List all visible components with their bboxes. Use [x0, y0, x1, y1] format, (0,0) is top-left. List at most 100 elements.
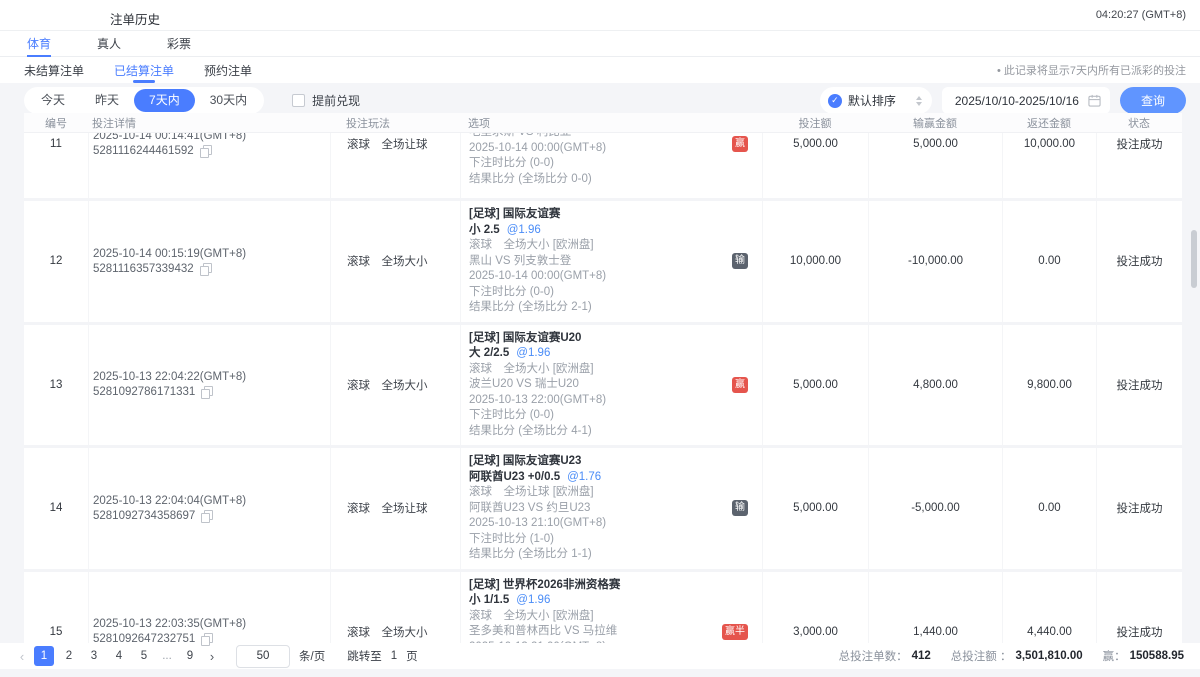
- result-badge: 输: [732, 253, 748, 269]
- next-page-button[interactable]: ›: [204, 649, 220, 664]
- scrollbar[interactable]: [1191, 230, 1197, 288]
- option-score-at-bet: 下注时比分 (0-0): [469, 285, 554, 301]
- option-match: 阿联酋U23 VS 约旦U23: [469, 501, 590, 517]
- bet-time: 2025-10-13 22:04:22(GMT+8): [93, 371, 246, 383]
- option-match-time: 2025-10-14 00:00(GMT+8): [469, 269, 606, 285]
- bet-play-type: 滚球 全场让球: [330, 133, 460, 198]
- sub-tabs-list: 未结算注单 已结算注单 预约注单: [24, 57, 252, 83]
- result-badge: 赢: [732, 136, 748, 152]
- page-button-5[interactable]: 5: [134, 646, 154, 666]
- page-button-4[interactable]: 4: [109, 646, 129, 666]
- quick-range-3[interactable]: 7天内: [134, 89, 195, 112]
- bet-time: 2025-10-14 00:14:41(GMT+8): [93, 133, 246, 142]
- payout-amount: 0.00: [1002, 201, 1096, 322]
- win-loss-amount: 1,440.00: [868, 572, 1002, 648]
- option-play-detail: 滚球 全场让球 [欧洲盘]: [469, 485, 594, 501]
- search-button[interactable]: 查询: [1120, 87, 1186, 114]
- option-match: 毛里求斯 VS 利比亚: [469, 133, 571, 141]
- bet-play-type: 滚球 全场大小: [330, 201, 460, 322]
- filter-right-group: ✓ 默认排序 2025/10/10-2025/10/16 查询: [820, 87, 1186, 114]
- check-circle-icon: ✓: [828, 94, 842, 108]
- row-number: 13: [24, 325, 88, 446]
- option-score-at-bet: 下注时比分 (0-0): [469, 156, 554, 172]
- status-text: 投注成功: [1096, 572, 1182, 648]
- win-loss-amount: 5,000.00: [868, 133, 1002, 198]
- row-number: 14: [24, 448, 88, 569]
- copy-icon[interactable]: [200, 145, 211, 157]
- date-range-value: 2025/10/10-2025/10/16: [955, 94, 1079, 108]
- stake-amount: 5,000.00: [762, 448, 868, 569]
- status-text: 投注成功: [1096, 133, 1182, 198]
- summary-stat-value-2: 3,501,810.00: [1015, 650, 1082, 662]
- prev-page-button[interactable]: ‹: [14, 649, 30, 664]
- option-odds: @1.96: [507, 224, 541, 236]
- stake-amount: 5,000.00: [762, 325, 868, 446]
- jump-page-value[interactable]: 1: [391, 650, 397, 662]
- column-header-1: 编号: [24, 115, 88, 131]
- bet-detail-cell: 2025-10-14 00:14:41(GMT+8) 5281116244461…: [88, 133, 330, 198]
- sub-tab-1[interactable]: 未结算注单: [24, 57, 84, 83]
- page-size-input[interactable]: [236, 645, 290, 668]
- date-range-input[interactable]: 2025/10/10-2025/10/16: [942, 87, 1110, 114]
- bet-option-cell: [足球] 世界杯2026非洲资格赛 小 1/1.5@1.96 滚球 全场大小 […: [460, 572, 762, 648]
- option-pick: 小 1/1.5@1.96: [469, 593, 550, 609]
- sort-selected-value: 默认排序: [848, 92, 910, 109]
- bet-play-type: 滚球 全场大小: [330, 325, 460, 446]
- table-body: 11 2025-10-14 00:14:41(GMT+8) 5281116244…: [24, 133, 1182, 647]
- option-result-score: 结果比分 (全场比分 1-1): [469, 547, 592, 563]
- tab-2[interactable]: 真人: [97, 31, 121, 56]
- bet-id: 5281092786171331: [93, 386, 195, 398]
- copy-icon[interactable]: [200, 263, 211, 275]
- page-button-1[interactable]: 1: [34, 646, 54, 666]
- notice-text: • 此记录将显示7天内所有已派彩的投注: [997, 62, 1186, 78]
- status-text: 投注成功: [1096, 448, 1182, 569]
- per-page-label: 条/页: [299, 648, 325, 664]
- tab-1[interactable]: 体育: [27, 31, 51, 56]
- summary-stats: 总投注单数：412总投注额 ：3,501,810.00赢：150588.95: [839, 648, 1184, 664]
- column-header-2: 投注详情: [88, 115, 330, 131]
- cashout-filter[interactable]: 提前兑现: [292, 92, 360, 109]
- page-button-3[interactable]: 3: [84, 646, 104, 666]
- column-header-5: 投注额: [762, 115, 868, 131]
- cashout-checkbox[interactable]: [292, 94, 305, 107]
- summary-stat-value-1: 412: [912, 650, 931, 662]
- option-league: [足球] 国际友谊赛U20: [469, 331, 581, 347]
- bet-detail-cell: 2025-10-14 00:15:19(GMT+8) 5281116357339…: [88, 201, 330, 322]
- win-loss-amount: -10,000.00: [868, 201, 1002, 322]
- option-league: [足球] 国际友谊赛U23: [469, 454, 581, 470]
- sort-select[interactable]: ✓ 默认排序: [820, 87, 932, 114]
- option-result-score: 结果比分 (全场比分 4-1): [469, 424, 592, 440]
- page-button-2[interactable]: 2: [59, 646, 79, 666]
- page-button-9[interactable]: 9: [180, 646, 200, 666]
- quick-range-4[interactable]: 30天内: [195, 89, 262, 112]
- win-loss-amount: 4,800.00: [868, 325, 1002, 446]
- table-row: 14 2025-10-13 22:04:04(GMT+8) 5281092734…: [24, 448, 1182, 572]
- bet-detail-cell: 2025-10-13 22:03:35(GMT+8) 5281092647232…: [88, 572, 330, 648]
- payout-amount: 4,440.00: [1002, 572, 1096, 648]
- quick-range-2[interactable]: 昨天: [80, 89, 134, 112]
- bet-option-cell: 毛里求斯 VS 利比亚 2025-10-14 00:00(GMT+8) 下注时比…: [460, 133, 762, 198]
- option-play-detail: 滚球 全场大小 [欧洲盘]: [469, 609, 594, 625]
- cashout-label: 提前兑现: [312, 92, 360, 109]
- row-number: 12: [24, 201, 88, 322]
- column-header-7: 返还金额: [1002, 115, 1096, 131]
- copy-icon[interactable]: [201, 510, 212, 522]
- option-odds: @1.76: [567, 471, 601, 483]
- jump-to-label: 跳转至: [347, 648, 382, 664]
- status-text: 投注成功: [1096, 325, 1182, 446]
- result-badge: 赢半: [722, 624, 748, 640]
- option-pick: 阿联酋U23 +0/0.5@1.76: [469, 470, 601, 486]
- option-play-detail: 滚球 全场大小 [欧洲盘]: [469, 238, 594, 254]
- sub-tab-3[interactable]: 预约注单: [204, 57, 252, 83]
- summary-stat-label-1: 总投注单数：: [839, 648, 908, 664]
- summary-stat-label-3: 赢：: [1103, 648, 1126, 664]
- option-score-at-bet: 下注时比分 (1-0): [469, 532, 554, 548]
- summary-stat-label-2: 总投注额 ：: [951, 648, 1012, 664]
- payout-amount: 0.00: [1002, 448, 1096, 569]
- tab-3[interactable]: 彩票: [167, 31, 191, 56]
- table-header: 编号投注详情投注玩法选项投注额输赢金额返还金额状态: [24, 113, 1182, 133]
- sub-tab-2[interactable]: 已结算注单: [114, 57, 174, 83]
- copy-icon[interactable]: [201, 386, 212, 398]
- option-match-time: 2025-10-13 21:10(GMT+8): [469, 516, 606, 532]
- quick-range-1[interactable]: 今天: [26, 89, 80, 112]
